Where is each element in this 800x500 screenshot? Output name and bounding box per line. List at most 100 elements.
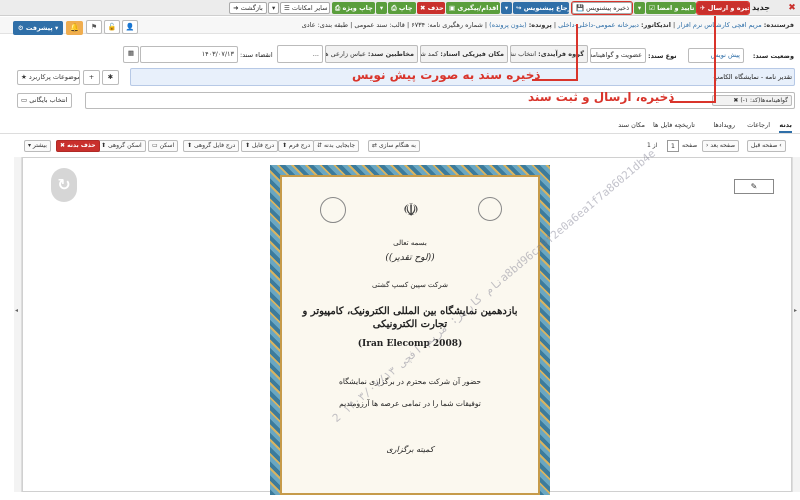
prev-page-button[interactable]: صفحه قبل ‹ <box>747 140 786 152</box>
printer-icon: ⎙ <box>391 4 399 12</box>
cert-bismillah: بسمه تعالی <box>393 239 427 247</box>
progress-button[interactable]: ⚙ پیشرفت ▾ <box>13 21 63 35</box>
file-link[interactable]: (بدون پرونده) <box>489 21 526 29</box>
logo-right <box>478 197 502 221</box>
annotation-send: ذخیره، ارسال و ثبت سند <box>528 90 675 104</box>
upload-icon: ⬆ <box>187 142 194 149</box>
options-dropdown-button[interactable]: ▾ <box>268 2 279 14</box>
tab-location[interactable]: مکان سند <box>618 121 645 129</box>
annotation-line <box>670 101 716 103</box>
star-icon: ★ <box>21 73 29 81</box>
right-scrollbar[interactable]: ▸ <box>792 157 800 492</box>
insert-form-button[interactable]: ⬆ درج فرم <box>278 140 315 152</box>
lock-icon[interactable]: 🔓 <box>104 20 120 34</box>
upload-icon: ⬆ <box>245 142 252 149</box>
insert-group-file-button[interactable]: ⬆ درج فایل گروهی <box>183 140 240 152</box>
calendar-icon[interactable]: ▦ <box>123 46 139 63</box>
group-scan-button[interactable]: ⬆ اسکن گروهی <box>97 140 146 152</box>
annotation-line <box>576 24 578 80</box>
tab-referrals[interactable]: ارجاعات <box>747 121 770 129</box>
print-button[interactable]: ⎙ چاپ <box>388 2 416 14</box>
replace-body-button[interactable]: ⇵ جابجایی بدنه <box>313 140 360 152</box>
arrow-right-icon: ▸ <box>794 307 798 314</box>
tab-events[interactable]: رویدادها <box>713 121 735 129</box>
close-icon: ✖ <box>420 4 428 12</box>
cert-body-1: حضور آن شرکت محترم در برگزاری نمایشگاه <box>338 377 482 386</box>
annotation-draft: ذخیره سند به صورت پیش نویس <box>352 68 541 82</box>
sender-link[interactable]: مریم افچی کارشناس نرم افزار <box>677 21 761 29</box>
info-text: فرستنده: مریم افچی کارشناس نرم افزار | ا… <box>301 21 794 29</box>
delete-body-button[interactable]: ✖ حذف بدنه <box>56 140 100 152</box>
list-icon: ☰ <box>284 4 292 12</box>
folder-icon: ▭ <box>21 96 30 104</box>
expire-label: انقضاء سند: <box>240 51 273 59</box>
type-field[interactable]: عضویت و گواهینامه <box>590 48 646 63</box>
cert-signature: کمیته برگزاری <box>386 445 434 454</box>
cert-body-2: توفیقات شما را در تمامی عرصه ها آرزومندی… <box>339 399 481 408</box>
document-toolbar: صفحه قبل ‹ › صفحه بعد صفحه 1 از 1 ⇄ به ه… <box>22 138 792 154</box>
approve-sign-button[interactable]: ☑ تایید و امضا <box>646 2 696 14</box>
refresh-icon[interactable]: ↻ <box>51 168 77 202</box>
followup-button[interactable]: ▣ اقدام/پیگیری <box>446 2 500 14</box>
annotation-line <box>532 79 578 81</box>
close-icon[interactable]: ✖ <box>786 2 798 14</box>
add-icon[interactable]: + <box>83 70 100 85</box>
gear-icon: ⚙ <box>17 24 26 32</box>
type-label: نوع سند: <box>648 52 677 60</box>
annotation-line <box>714 16 716 102</box>
print-dropdown-button[interactable]: ▾ <box>376 2 387 14</box>
chevron-down-icon: ▾ <box>272 4 276 12</box>
certificate-image: ☫ بسمه تعالی ((لوح تقدیر)) شرکت سپین کسپ… <box>270 147 658 495</box>
page-title: جدید <box>752 3 771 12</box>
audience-more-field[interactable]: ... <box>277 45 323 63</box>
back-arrow-icon: ➜ <box>233 4 241 12</box>
certificate-paper: ☫ بسمه تعالی ((لوح تقدیر)) شرکت سپین کسپ… <box>280 175 540 495</box>
plane-icon: ✈ <box>700 4 708 12</box>
more-button[interactable]: ▾ بیشتر <box>24 140 51 152</box>
approve-dropdown-button[interactable]: ▾ <box>634 2 645 14</box>
status-value: پیش نویس <box>688 48 744 63</box>
paw-icon[interactable]: ✱ <box>102 70 119 85</box>
close-icon[interactable]: ✖ <box>733 97 738 104</box>
insert-file-button[interactable]: ⬆ درج فایل <box>241 140 279 152</box>
chevron-down-icon: ▾ <box>379 4 384 12</box>
document-info-row: فرستنده: مریم افچی کارشناس نرم افزار | ا… <box>0 17 800 34</box>
status-label: وضعیت سند: <box>752 52 794 60</box>
tab-body[interactable]: بدنه <box>779 121 792 133</box>
user-icon[interactable]: 👤 <box>122 20 138 34</box>
left-scrollbar[interactable]: ◂ <box>14 157 22 492</box>
edit-pencil-icon[interactable]: ✎ <box>734 179 774 194</box>
back-button[interactable]: ➜ بازگشت <box>229 2 267 14</box>
sync-button[interactable]: ⇄ به هنگام سازی <box>368 140 420 152</box>
audience-field[interactable]: مخاطبین سند: عباس زارعی هنرک... <box>325 45 418 63</box>
scan-button[interactable]: ▭ اسکن <box>148 140 179 152</box>
save-draft-button[interactable]: 💾 ذخیره پیشنویس <box>571 1 633 15</box>
other-options-button[interactable]: ☰ سایر امکانات <box>280 2 330 14</box>
next-page-button[interactable]: › صفحه بعد <box>702 140 740 152</box>
sync-icon: ⇄ <box>372 142 379 149</box>
certificate-tag[interactable]: گواهینامه‌ها(کد: ۱-) ✖ <box>712 95 792 106</box>
tab-file-history[interactable]: تاریخچه فایل ها <box>653 121 695 129</box>
expire-date-input[interactable]: ۱۴۰۳/۰۷/۱۳ <box>140 46 238 63</box>
cert-title: ((لوح تقدیر)) <box>385 253 435 263</box>
refer-dropdown-button[interactable]: ▾ <box>501 2 512 14</box>
print-special-button[interactable]: ⎙ چاپ ویژه <box>332 2 375 14</box>
physical-location-field[interactable]: مکان فیزیکی اسناد: کمد شماره۲ <box>420 45 508 63</box>
delete-button[interactable]: ✖ حذف <box>417 2 445 14</box>
indicator-link[interactable]: دبیرخانه عمومی-داخلی-داخلی <box>558 21 639 29</box>
check-icon: ☑ <box>649 4 658 12</box>
logo-left <box>320 197 346 223</box>
save-send-button[interactable]: ✈ ذخیره و ارسال <box>696 1 750 15</box>
flag-icon[interactable]: ⚑ <box>86 20 102 34</box>
bell-icon[interactable]: 🔔 <box>66 21 83 35</box>
replace-icon: ⇵ <box>317 142 324 149</box>
arrow-left-icon: ◂ <box>15 307 19 314</box>
page-label: صفحه <box>682 142 698 149</box>
page-number-input[interactable]: 1 <box>667 140 679 152</box>
upload-icon: ⬆ <box>282 142 289 149</box>
related-topics-button[interactable]: ★ موضوعات پرکاربرد <box>17 70 80 85</box>
refer-icon: ↪ <box>516 4 524 12</box>
archive-select-button[interactable]: ▭ انتخاب بایگانی <box>17 93 72 108</box>
refer-draft-button[interactable]: ↪ ارجاع پیشنویس <box>513 2 569 14</box>
chevron-down-icon: ▾ <box>504 4 509 12</box>
